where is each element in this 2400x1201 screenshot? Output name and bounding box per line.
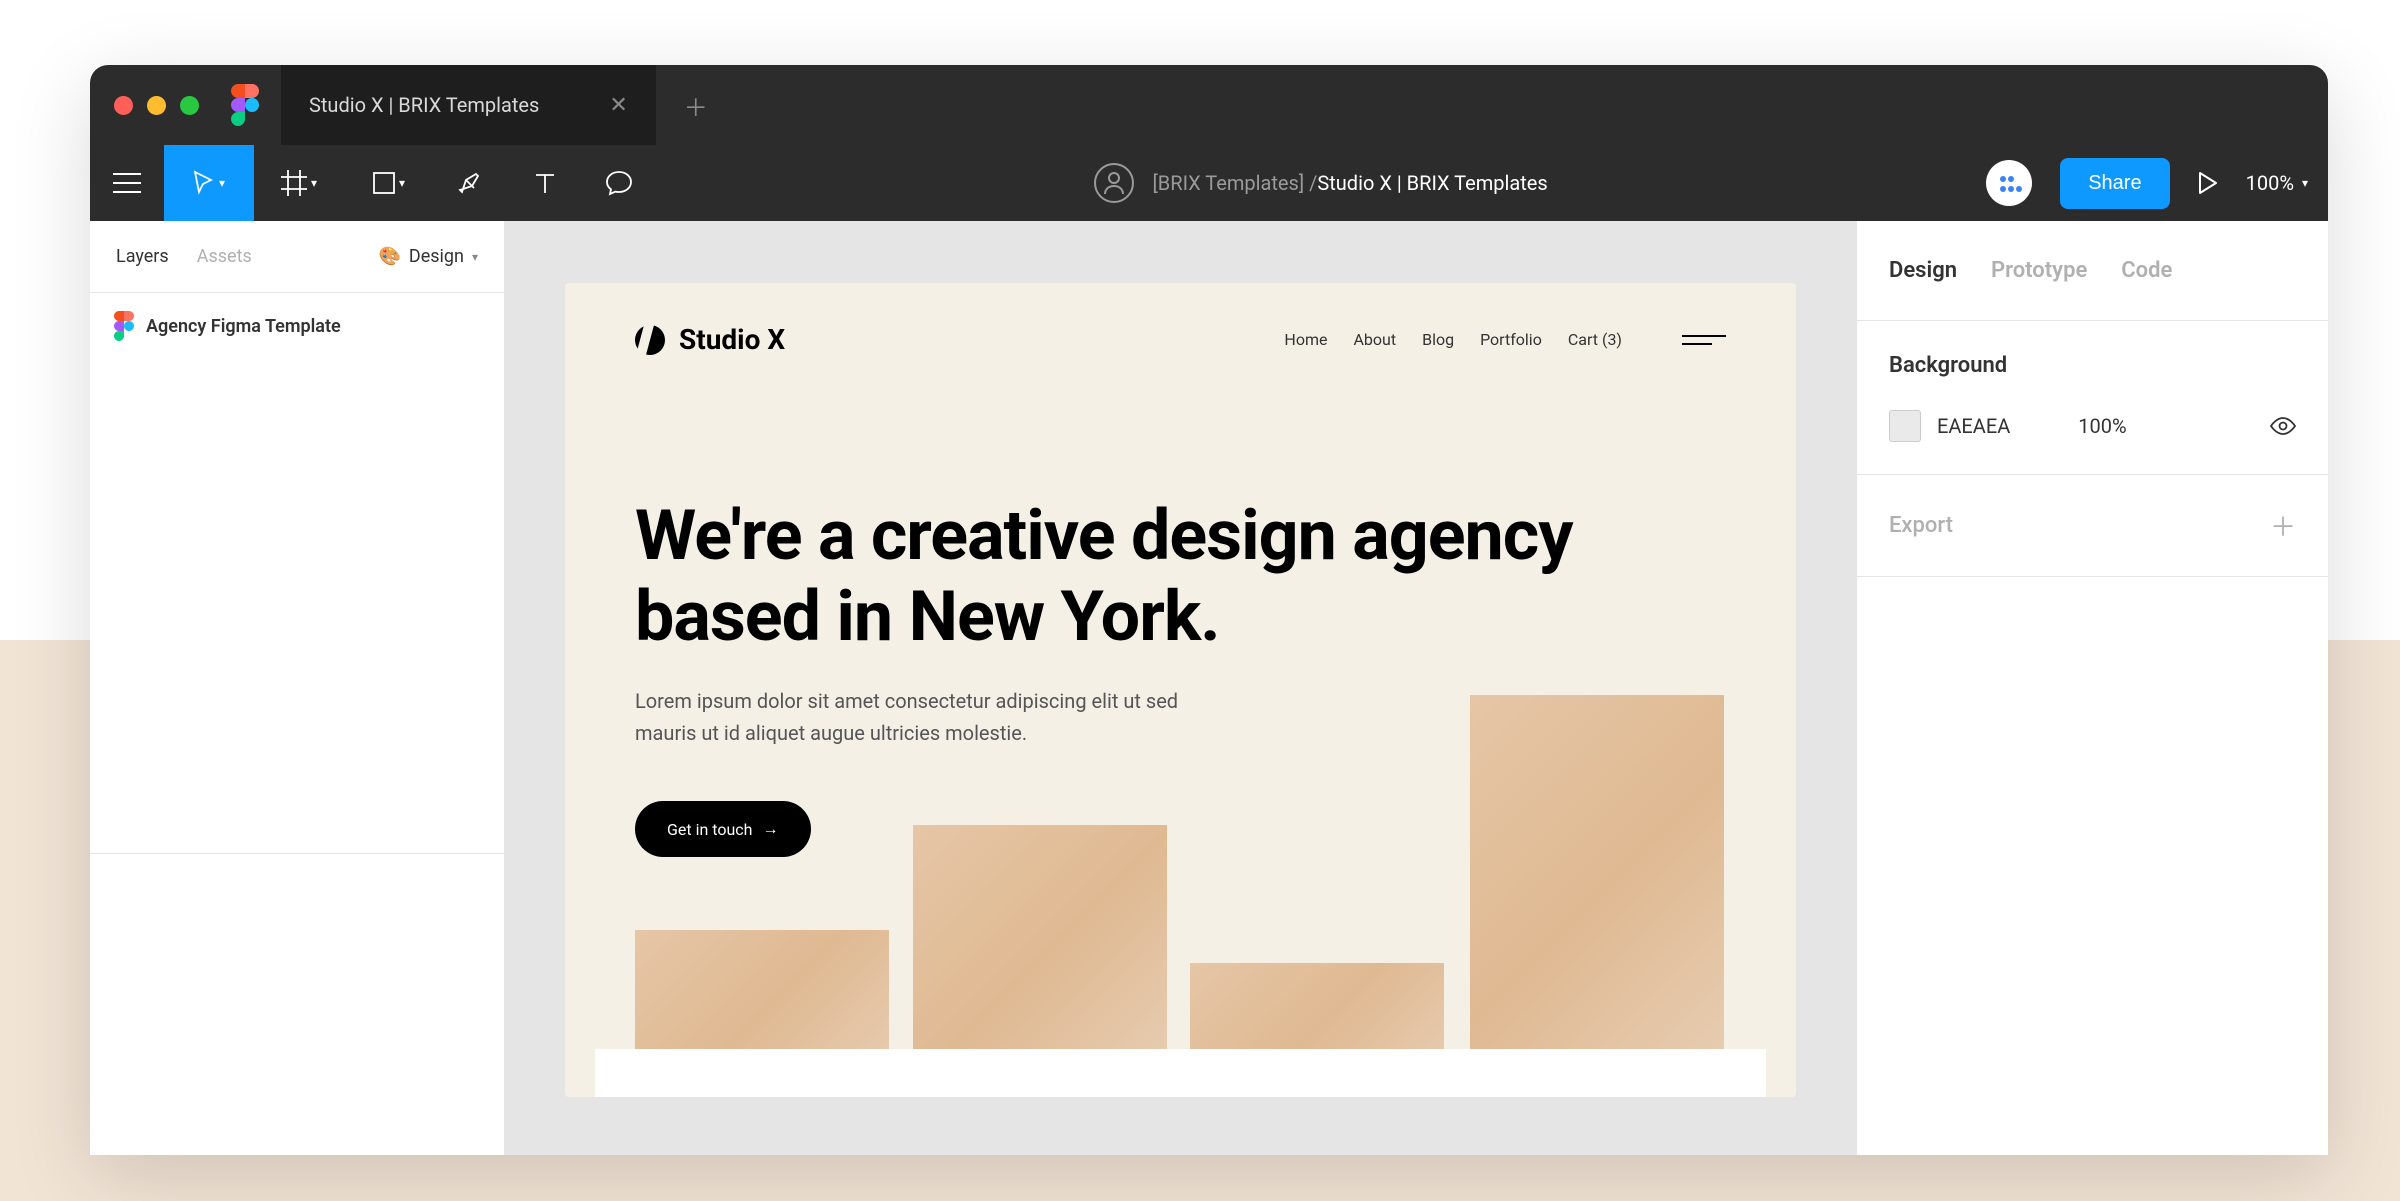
layer-frame-row[interactable]: Agency Figma Template [90, 293, 504, 359]
tab-prototype[interactable]: Prototype [1991, 258, 2087, 283]
image-bar-4 [1470, 695, 1724, 1097]
visibility-toggle-icon[interactable] [2270, 417, 2296, 435]
title-bar: Studio X | BRIX Templates ✕ ＋ [90, 65, 2328, 145]
shape-tool[interactable]: ▾ [344, 145, 434, 221]
hero-title: We're a creative design agency based in … [635, 496, 1726, 657]
figma-logo-icon [114, 311, 134, 341]
export-section: Export ＋ [1857, 475, 2328, 577]
chevron-down-icon: ▾ [219, 176, 225, 190]
nav-cart[interactable]: Cart (3) [1568, 330, 1622, 349]
text-tool[interactable] [508, 145, 582, 221]
page-selector[interactable]: 🎨 Design ▾ [378, 246, 478, 267]
logo-mark-icon [635, 325, 665, 355]
frame-tool[interactable]: ▾ [254, 145, 344, 221]
nav-home[interactable]: Home [1284, 330, 1327, 349]
new-tab-button[interactable]: ＋ [684, 88, 708, 123]
menu-button[interactable] [90, 145, 164, 221]
layer-name: Agency Figma Template [146, 316, 341, 337]
rectangle-icon [373, 172, 395, 194]
team-name: [BRIX Templates] / [1152, 171, 1317, 195]
frame-icon [281, 170, 307, 196]
background-row: EAEAEA 100% [1889, 410, 2296, 442]
tab-code[interactable]: Code [2121, 258, 2172, 283]
tab-title: Studio X | BRIX Templates [309, 93, 539, 117]
share-button[interactable]: Share [2060, 158, 2169, 209]
zoom-selector[interactable]: 100% ▾ [2246, 171, 2308, 195]
text-icon [533, 171, 557, 195]
cursor-icon [193, 170, 215, 196]
doc-name: Studio X | BRIX Templates [1317, 171, 1547, 195]
left-panel: Layers Assets 🎨 Design ▾ Agency Figma Te… [90, 221, 505, 1155]
maximize-window-button[interactable] [180, 96, 199, 115]
present-button[interactable] [2198, 171, 2218, 195]
canvas[interactable]: Studio X Home About Blog Portfolio Cart … [505, 221, 1856, 1155]
export-label: Export [1889, 513, 1953, 538]
chevron-down-icon: ▾ [311, 176, 317, 190]
palette-icon: 🎨 [378, 246, 400, 267]
user-avatar[interactable] [1986, 160, 2032, 206]
left-panel-tabs: Layers Assets 🎨 Design ▾ [90, 221, 504, 293]
tab-layers[interactable]: Layers [116, 246, 169, 267]
nav-links: Home About Blog Portfolio Cart (3) [1284, 329, 1726, 351]
toolbar: ▾ ▾ ▾ [BRIX Te [90, 145, 2328, 221]
close-window-button[interactable] [114, 96, 133, 115]
nav-about[interactable]: About [1353, 330, 1396, 349]
comment-icon [605, 170, 633, 196]
main-area: Layers Assets 🎨 Design ▾ Agency Figma Te… [90, 221, 2328, 1155]
background-section: Background EAEAEA 100% [1857, 321, 2328, 475]
chevron-down-icon: ▾ [399, 176, 405, 190]
chevron-down-icon: ▾ [472, 250, 478, 264]
minimize-window-button[interactable] [147, 96, 166, 115]
left-panel-bottom-section [90, 853, 504, 1155]
background-hex[interactable]: EAEAEA [1937, 414, 2010, 438]
traffic-lights [90, 96, 223, 115]
toolbar-center: [BRIX Templates] /Studio X | BRIX Templa… [656, 163, 1986, 203]
figma-window: Studio X | BRIX Templates ✕ ＋ ▾ ▾ ▾ [90, 65, 2328, 1155]
right-panel: Design Prototype Code Background EAEAEA … [1856, 221, 2328, 1155]
nav-blog[interactable]: Blog [1422, 330, 1454, 349]
background-color-swatch[interactable] [1889, 410, 1921, 442]
avatar-dots-icon [1995, 169, 2023, 197]
frame-nav: Studio X Home About Blog Portfolio Cart … [565, 283, 1796, 396]
design-frame[interactable]: Studio X Home About Blog Portfolio Cart … [565, 283, 1796, 1097]
background-opacity[interactable]: 100% [2078, 414, 2126, 438]
document-tab[interactable]: Studio X | BRIX Templates ✕ [281, 65, 656, 145]
person-icon [1104, 172, 1124, 194]
tab-design[interactable]: Design [1889, 258, 1957, 283]
move-tool[interactable]: ▾ [164, 145, 254, 221]
white-overlay-strip [595, 1049, 1766, 1097]
nav-portfolio[interactable]: Portfolio [1480, 330, 1542, 349]
user-avatar-icon[interactable] [1094, 163, 1134, 203]
logo-text: Studio X [679, 323, 785, 356]
chevron-down-icon: ▾ [2302, 176, 2308, 190]
add-export-button[interactable]: ＋ [2270, 507, 2296, 544]
close-tab-button[interactable]: ✕ [609, 93, 627, 118]
right-panel-tabs: Design Prototype Code [1857, 221, 2328, 321]
tab-assets[interactable]: Assets [197, 246, 252, 267]
background-label: Background [1889, 353, 2296, 378]
hamburger-menu-icon[interactable] [1682, 329, 1726, 351]
figma-logo-icon [231, 84, 259, 126]
zoom-value: 100% [2246, 171, 2294, 195]
hamburger-icon [113, 173, 141, 193]
pen-tool[interactable] [434, 145, 508, 221]
document-path[interactable]: [BRIX Templates] /Studio X | BRIX Templa… [1152, 171, 1547, 195]
page-label: Design [409, 246, 464, 267]
hero-image-bars [565, 695, 1796, 1097]
comment-tool[interactable] [582, 145, 656, 221]
pen-icon [458, 170, 484, 196]
